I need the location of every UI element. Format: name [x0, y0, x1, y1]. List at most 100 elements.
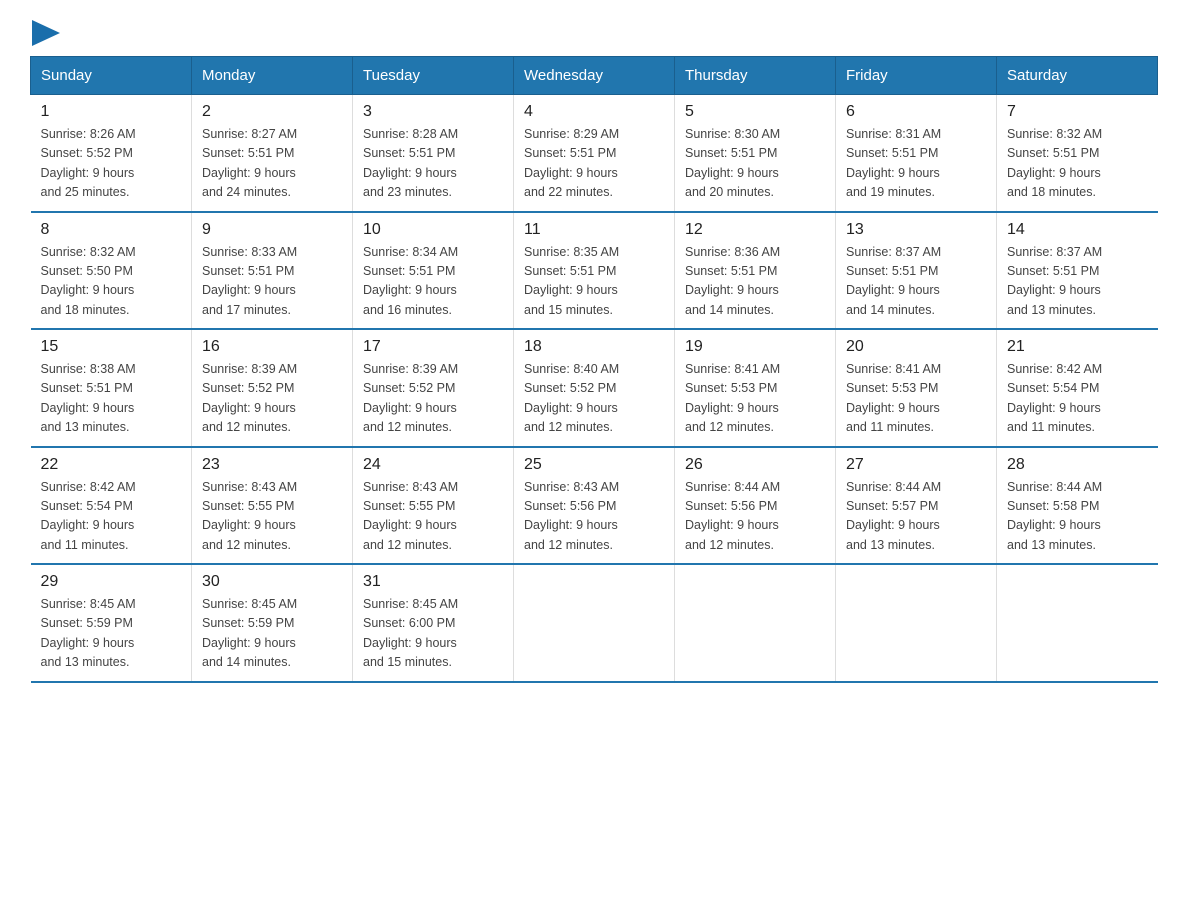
calendar-cell: 5 Sunrise: 8:30 AM Sunset: 5:51 PM Dayli…: [675, 95, 836, 212]
calendar-cell: 21 Sunrise: 8:42 AM Sunset: 5:54 PM Dayl…: [997, 329, 1158, 447]
day-number: 8: [41, 221, 182, 239]
day-info: Sunrise: 8:44 AM Sunset: 5:57 PM Dayligh…: [846, 478, 986, 556]
calendar-cell: 25 Sunrise: 8:43 AM Sunset: 5:56 PM Dayl…: [514, 447, 675, 565]
header-saturday: Saturday: [997, 57, 1158, 95]
calendar-cell: 24 Sunrise: 8:43 AM Sunset: 5:55 PM Dayl…: [353, 447, 514, 565]
day-info: Sunrise: 8:41 AM Sunset: 5:53 PM Dayligh…: [685, 360, 825, 438]
day-number: 24: [363, 456, 503, 474]
calendar-cell: 1 Sunrise: 8:26 AM Sunset: 5:52 PM Dayli…: [31, 95, 192, 212]
day-info: Sunrise: 8:39 AM Sunset: 5:52 PM Dayligh…: [363, 360, 503, 438]
day-number: 5: [685, 103, 825, 121]
day-info: Sunrise: 8:44 AM Sunset: 5:56 PM Dayligh…: [685, 478, 825, 556]
calendar-cell: 4 Sunrise: 8:29 AM Sunset: 5:51 PM Dayli…: [514, 95, 675, 212]
page-header: [30, 20, 1158, 42]
calendar-cell: 6 Sunrise: 8:31 AM Sunset: 5:51 PM Dayli…: [836, 95, 997, 212]
day-number: 28: [1007, 456, 1148, 474]
day-info: Sunrise: 8:28 AM Sunset: 5:51 PM Dayligh…: [363, 125, 503, 203]
calendar-cell: [836, 564, 997, 682]
calendar-week-row: 8 Sunrise: 8:32 AM Sunset: 5:50 PM Dayli…: [31, 212, 1158, 330]
day-info: Sunrise: 8:31 AM Sunset: 5:51 PM Dayligh…: [846, 125, 986, 203]
day-number: 17: [363, 338, 503, 356]
day-number: 1: [41, 103, 182, 121]
calendar-cell: 8 Sunrise: 8:32 AM Sunset: 5:50 PM Dayli…: [31, 212, 192, 330]
day-info: Sunrise: 8:32 AM Sunset: 5:50 PM Dayligh…: [41, 243, 182, 321]
day-number: 15: [41, 338, 182, 356]
calendar-cell: 30 Sunrise: 8:45 AM Sunset: 5:59 PM Dayl…: [192, 564, 353, 682]
calendar-body: 1 Sunrise: 8:26 AM Sunset: 5:52 PM Dayli…: [31, 95, 1158, 682]
day-number: 25: [524, 456, 664, 474]
day-info: Sunrise: 8:43 AM Sunset: 5:55 PM Dayligh…: [363, 478, 503, 556]
day-number: 22: [41, 456, 182, 474]
day-number: 9: [202, 221, 342, 239]
day-number: 21: [1007, 338, 1148, 356]
calendar-cell: 17 Sunrise: 8:39 AM Sunset: 5:52 PM Dayl…: [353, 329, 514, 447]
header-thursday: Thursday: [675, 57, 836, 95]
calendar-cell: [675, 564, 836, 682]
day-number: 6: [846, 103, 986, 121]
calendar-cell: 7 Sunrise: 8:32 AM Sunset: 5:51 PM Dayli…: [997, 95, 1158, 212]
day-info: Sunrise: 8:40 AM Sunset: 5:52 PM Dayligh…: [524, 360, 664, 438]
calendar-cell: 26 Sunrise: 8:44 AM Sunset: 5:56 PM Dayl…: [675, 447, 836, 565]
calendar-cell: 29 Sunrise: 8:45 AM Sunset: 5:59 PM Dayl…: [31, 564, 192, 682]
calendar-cell: 10 Sunrise: 8:34 AM Sunset: 5:51 PM Dayl…: [353, 212, 514, 330]
header-sunday: Sunday: [31, 57, 192, 95]
day-info: Sunrise: 8:41 AM Sunset: 5:53 PM Dayligh…: [846, 360, 986, 438]
calendar-cell: 19 Sunrise: 8:41 AM Sunset: 5:53 PM Dayl…: [675, 329, 836, 447]
day-info: Sunrise: 8:45 AM Sunset: 5:59 PM Dayligh…: [41, 595, 182, 673]
header-monday: Monday: [192, 57, 353, 95]
calendar-week-row: 22 Sunrise: 8:42 AM Sunset: 5:54 PM Dayl…: [31, 447, 1158, 565]
day-info: Sunrise: 8:38 AM Sunset: 5:51 PM Dayligh…: [41, 360, 182, 438]
logo: [30, 20, 60, 42]
day-number: 13: [846, 221, 986, 239]
calendar-week-row: 15 Sunrise: 8:38 AM Sunset: 5:51 PM Dayl…: [31, 329, 1158, 447]
calendar-cell: 11 Sunrise: 8:35 AM Sunset: 5:51 PM Dayl…: [514, 212, 675, 330]
day-info: Sunrise: 8:32 AM Sunset: 5:51 PM Dayligh…: [1007, 125, 1148, 203]
day-info: Sunrise: 8:30 AM Sunset: 5:51 PM Dayligh…: [685, 125, 825, 203]
calendar-cell: 27 Sunrise: 8:44 AM Sunset: 5:57 PM Dayl…: [836, 447, 997, 565]
calendar-cell: 15 Sunrise: 8:38 AM Sunset: 5:51 PM Dayl…: [31, 329, 192, 447]
day-number: 27: [846, 456, 986, 474]
day-info: Sunrise: 8:43 AM Sunset: 5:56 PM Dayligh…: [524, 478, 664, 556]
calendar-cell: 2 Sunrise: 8:27 AM Sunset: 5:51 PM Dayli…: [192, 95, 353, 212]
header-tuesday: Tuesday: [353, 57, 514, 95]
calendar-week-row: 1 Sunrise: 8:26 AM Sunset: 5:52 PM Dayli…: [31, 95, 1158, 212]
calendar-cell: 13 Sunrise: 8:37 AM Sunset: 5:51 PM Dayl…: [836, 212, 997, 330]
day-number: 30: [202, 573, 342, 591]
calendar-cell: 28 Sunrise: 8:44 AM Sunset: 5:58 PM Dayl…: [997, 447, 1158, 565]
day-number: 7: [1007, 103, 1148, 121]
day-number: 2: [202, 103, 342, 121]
day-number: 20: [846, 338, 986, 356]
calendar-cell: 14 Sunrise: 8:37 AM Sunset: 5:51 PM Dayl…: [997, 212, 1158, 330]
header-wednesday: Wednesday: [514, 57, 675, 95]
day-info: Sunrise: 8:42 AM Sunset: 5:54 PM Dayligh…: [1007, 360, 1148, 438]
day-info: Sunrise: 8:36 AM Sunset: 5:51 PM Dayligh…: [685, 243, 825, 321]
logo-flag-icon: [32, 20, 60, 46]
day-number: 23: [202, 456, 342, 474]
day-number: 31: [363, 573, 503, 591]
calendar-cell: 12 Sunrise: 8:36 AM Sunset: 5:51 PM Dayl…: [675, 212, 836, 330]
calendar-cell: 20 Sunrise: 8:41 AM Sunset: 5:53 PM Dayl…: [836, 329, 997, 447]
day-info: Sunrise: 8:39 AM Sunset: 5:52 PM Dayligh…: [202, 360, 342, 438]
calendar-week-row: 29 Sunrise: 8:45 AM Sunset: 5:59 PM Dayl…: [31, 564, 1158, 682]
calendar-cell: 3 Sunrise: 8:28 AM Sunset: 5:51 PM Dayli…: [353, 95, 514, 212]
day-number: 4: [524, 103, 664, 121]
calendar-cell: [514, 564, 675, 682]
day-info: Sunrise: 8:37 AM Sunset: 5:51 PM Dayligh…: [1007, 243, 1148, 321]
calendar-cell: 22 Sunrise: 8:42 AM Sunset: 5:54 PM Dayl…: [31, 447, 192, 565]
day-info: Sunrise: 8:35 AM Sunset: 5:51 PM Dayligh…: [524, 243, 664, 321]
day-info: Sunrise: 8:45 AM Sunset: 6:00 PM Dayligh…: [363, 595, 503, 673]
day-number: 18: [524, 338, 664, 356]
day-info: Sunrise: 8:44 AM Sunset: 5:58 PM Dayligh…: [1007, 478, 1148, 556]
calendar-header: SundayMondayTuesdayWednesdayThursdayFrid…: [31, 57, 1158, 95]
day-number: 26: [685, 456, 825, 474]
calendar-table: SundayMondayTuesdayWednesdayThursdayFrid…: [30, 56, 1158, 683]
day-number: 3: [363, 103, 503, 121]
calendar-cell: 16 Sunrise: 8:39 AM Sunset: 5:52 PM Dayl…: [192, 329, 353, 447]
calendar-cell: 31 Sunrise: 8:45 AM Sunset: 6:00 PM Dayl…: [353, 564, 514, 682]
day-info: Sunrise: 8:33 AM Sunset: 5:51 PM Dayligh…: [202, 243, 342, 321]
day-number: 29: [41, 573, 182, 591]
day-info: Sunrise: 8:45 AM Sunset: 5:59 PM Dayligh…: [202, 595, 342, 673]
day-number: 14: [1007, 221, 1148, 239]
day-info: Sunrise: 8:43 AM Sunset: 5:55 PM Dayligh…: [202, 478, 342, 556]
day-number: 19: [685, 338, 825, 356]
